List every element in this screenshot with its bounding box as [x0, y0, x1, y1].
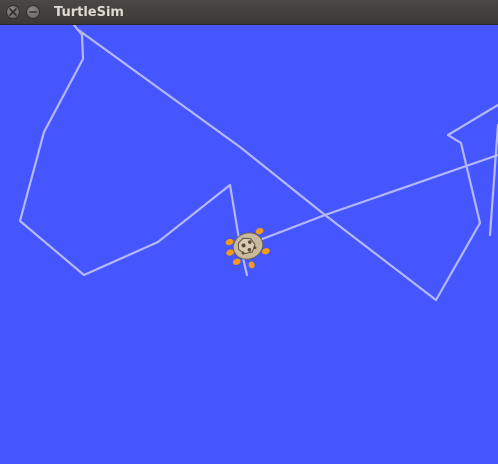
pen-trail-layer [18, 25, 498, 302]
pen-trail [75, 27, 498, 302]
pen-trail [250, 153, 498, 245]
minimize-button[interactable] [26, 5, 40, 19]
turtlesim-window: TurtleSim [0, 0, 498, 464]
turtle-canvas[interactable] [0, 25, 498, 464]
close-icon [9, 8, 17, 16]
minimize-icon [29, 8, 37, 16]
turtle-icon [225, 227, 270, 269]
pen-trail [488, 123, 498, 237]
pen-trail [18, 25, 249, 277]
title-bar[interactable]: TurtleSim [0, 0, 498, 25]
window-title: TurtleSim [54, 5, 124, 20]
close-button[interactable] [6, 5, 20, 19]
